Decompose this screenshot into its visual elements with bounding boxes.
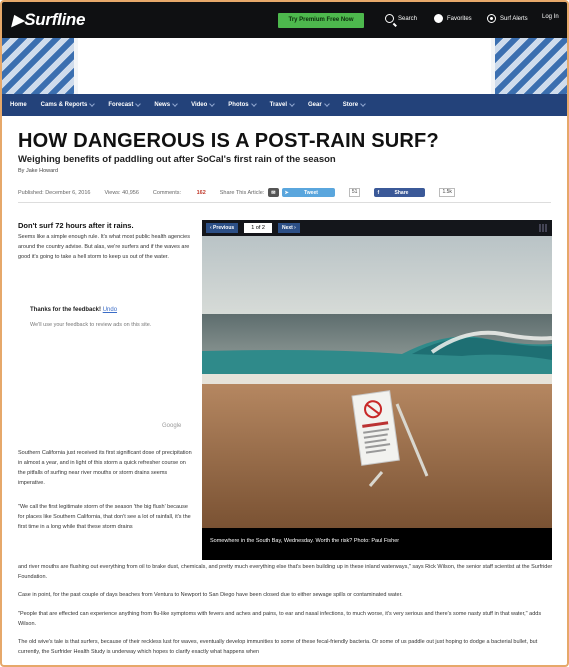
favorites-icon	[434, 14, 443, 23]
nav-news-label: News	[154, 102, 171, 108]
chevron-down-icon	[89, 101, 96, 107]
article-title: HOW DANGEROUS IS A POST-RAIN SURF?	[18, 130, 439, 152]
share-count: 1.5k	[439, 188, 455, 197]
article-byline: By Jake Howard	[18, 168, 59, 174]
surfline-logo-mark-icon: ▶	[12, 12, 24, 29]
ad-left-pattern	[2, 38, 74, 94]
nav-home-label: Home	[10, 102, 27, 108]
comments-link[interactable]: Comments: 162	[153, 190, 206, 196]
nav-photos-label: Photos	[228, 102, 249, 108]
comments-label: Comments:	[152, 189, 182, 196]
nav-news[interactable]: News	[154, 101, 178, 108]
paragraph-quote: "We call the first legitimate storm of t…	[18, 504, 191, 530]
nav-video[interactable]: Video	[191, 101, 216, 108]
facebook-icon: f	[377, 189, 380, 196]
log-in-link[interactable]: Log In	[542, 14, 559, 20]
feedback-title: Thanks for the feedback!	[30, 307, 102, 313]
article-meta: Published: December 6, 2016 Views: 40,95…	[18, 188, 469, 197]
chevron-down-icon	[289, 101, 295, 107]
surf-alerts-icon	[487, 14, 496, 23]
surfline-logo-text: Surfline	[24, 10, 86, 29]
ad-feedback: Thanks for the feedback! Undo	[30, 307, 117, 313]
lead-paragraph: Seems like a simple enough rule. It's wh…	[18, 234, 190, 260]
nav-cams-reports[interactable]: Cams & Reports	[40, 101, 96, 108]
search-icon	[385, 14, 394, 23]
search-label: Search	[398, 15, 418, 22]
favorites-label: Favorites	[447, 15, 472, 22]
ad-banner-row	[2, 38, 567, 94]
lead-heading: Don't surf 72 hours after it rains.	[18, 221, 134, 230]
grid-view-icon[interactable]	[539, 224, 547, 232]
photo-caption: Somewhere in the South Bay, Wednesday. W…	[210, 538, 400, 544]
paragraph-immunity: The old wive's tale is that surfers, bec…	[18, 639, 538, 655]
chevron-down-icon	[172, 101, 178, 107]
nav-forecast-label: Forecast	[108, 102, 134, 108]
ad-banner[interactable]	[78, 38, 491, 94]
chevron-down-icon	[250, 101, 257, 107]
search-link[interactable]: Search	[385, 14, 417, 23]
facebook-share-label: Share	[394, 189, 409, 196]
comments-count: 162	[196, 189, 206, 196]
facebook-share-button[interactable]: f Share	[374, 188, 426, 197]
surf-alerts-link[interactable]: Surf Alerts	[487, 14, 528, 23]
google-ad-label: Google	[162, 423, 182, 429]
surfline-logo[interactable]: ▶Surfline	[12, 10, 85, 30]
paragraph-quote-continued: and river mouths are flushing out everyt…	[18, 564, 553, 580]
top-bar: ▶Surfline Try Premium Free Now Search Fa…	[2, 2, 567, 38]
slideshow-photo[interactable]	[202, 236, 552, 528]
email-share-button[interactable]: ✉	[268, 188, 279, 197]
surf-alerts-label: Surf Alerts	[500, 15, 528, 22]
feedback-undo-link[interactable]: Undo	[103, 307, 117, 313]
nav-store[interactable]: Store	[342, 101, 366, 108]
nav-home[interactable]: Home	[10, 102, 27, 108]
chevron-down-icon	[209, 101, 216, 107]
slideshow-controls: ‹ Previous 1 of 2 Next ›	[202, 220, 552, 236]
chevron-down-icon	[360, 101, 366, 107]
paragraph-rain: Southern California just received its fi…	[18, 450, 192, 486]
nav-gear-label: Gear	[308, 102, 322, 108]
nav-photos[interactable]: Photos	[228, 101, 257, 108]
nav-gear[interactable]: Gear	[308, 101, 330, 108]
feedback-subtext: We'll use your feedback to review ads on…	[30, 322, 152, 328]
paragraph-symptoms: "People that are effected can experience…	[18, 611, 542, 627]
nav-travel-label: Travel	[269, 102, 287, 108]
ad-right-pattern	[495, 38, 567, 94]
beach-photo-image	[202, 236, 552, 528]
nav-cams-reports-label: Cams & Reports	[40, 102, 88, 108]
chevron-down-icon	[135, 101, 142, 107]
published-date: Published: December 6, 2016	[18, 189, 91, 196]
try-premium-button[interactable]: Try Premium Free Now	[278, 13, 364, 28]
divider	[18, 202, 551, 203]
nav-store-label: Store	[342, 102, 359, 108]
paragraph-closures: Case in point, for the past couple of da…	[18, 592, 403, 598]
nav-video-label: Video	[191, 102, 208, 108]
photo-slideshow: ‹ Previous 1 of 2 Next › Somewhere in th…	[202, 220, 552, 560]
share-label: Share This Article:	[219, 189, 265, 196]
tweet-label: Tweet	[304, 189, 318, 196]
tweet-count: 51	[348, 188, 361, 197]
previous-button[interactable]: ‹ Previous	[206, 223, 239, 233]
log-in-label: Log In	[542, 14, 559, 20]
chevron-down-icon	[323, 101, 330, 107]
article-subtitle: Weighing benefits of paddling out after …	[18, 154, 336, 165]
page-frame: ▶Surfline Try Premium Free Now Search Fa…	[0, 0, 569, 667]
main-nav: Home Cams & Reports Forecast News Video …	[2, 94, 567, 116]
nav-travel[interactable]: Travel	[269, 101, 295, 108]
next-button[interactable]: Next ›	[277, 223, 300, 233]
tweet-button[interactable]: ➤ Tweet	[281, 188, 335, 197]
twitter-icon: ➤	[284, 189, 289, 196]
nav-forecast[interactable]: Forecast	[108, 101, 142, 108]
favorites-link[interactable]: Favorites	[434, 14, 472, 23]
slide-counter: 1 of 2	[244, 223, 272, 233]
view-count: Views: 40,956	[104, 189, 139, 196]
